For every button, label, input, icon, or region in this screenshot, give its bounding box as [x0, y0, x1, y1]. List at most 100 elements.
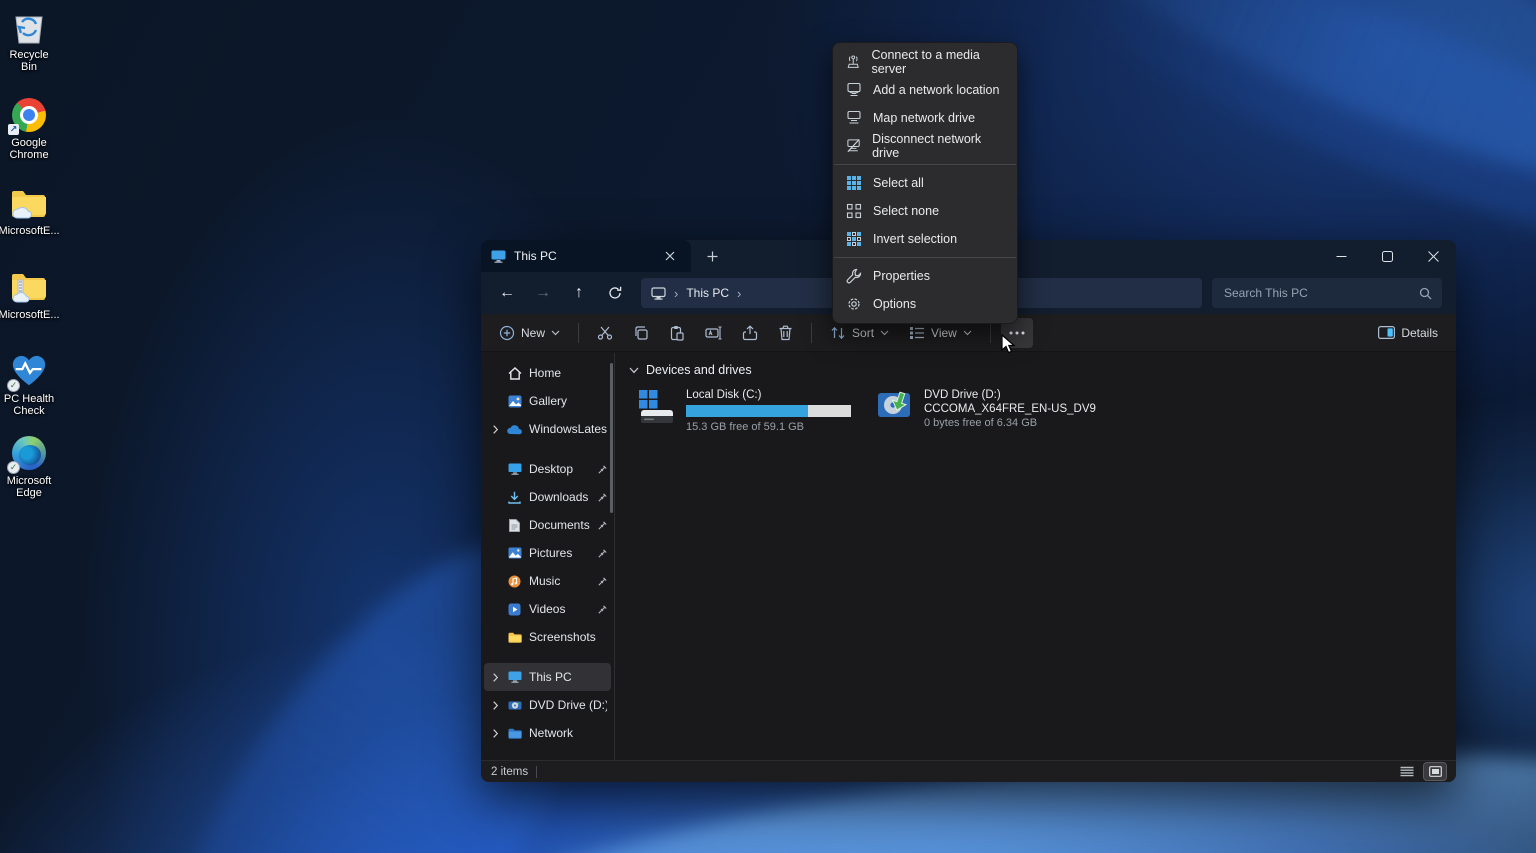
details-view-toggle[interactable] [1396, 763, 1418, 780]
chevron-right-icon[interactable] [490, 424, 500, 434]
sort-button-label: Sort [852, 325, 875, 340]
rename-button[interactable] [697, 318, 730, 348]
drive-local-disk-c[interactable]: Local Disk (C:) 15.3 GB free of 59.1 GB [637, 389, 851, 433]
desktop-icon-recycle-bin[interactable]: Recycle Bin [0, 8, 58, 73]
sidebar-item-screenshots[interactable]: Screenshots [484, 623, 611, 651]
sidebar-item-desktop[interactable]: Desktop [484, 455, 611, 483]
paste-icon [670, 325, 684, 341]
list-view-icon [1400, 766, 1414, 777]
menu-item-select-all[interactable]: Select all [833, 169, 1017, 197]
sidebar-item-label: DVD Drive (D:) C [529, 698, 607, 712]
sidebar-item-label: Desktop [529, 462, 574, 476]
search-icon [1419, 287, 1432, 299]
dvd-drive-icon [878, 391, 910, 417]
group-header-devices-and-drives[interactable]: Devices and drives [629, 363, 1442, 377]
sidebar-item-downloads[interactable]: Downloads [484, 483, 611, 511]
check-badge-icon: ✓ [7, 461, 20, 474]
toolbar-separator [989, 322, 991, 343]
menu-item-connect-media-server[interactable]: Connect to a media server [833, 48, 1017, 76]
desktop-icon-pc-health-check[interactable]: ✓ PC Health Check [0, 352, 58, 417]
sidebar-item-dvd-drive[interactable]: DVD Drive (D:) C [484, 691, 611, 719]
pin-icon [598, 576, 607, 586]
desktop-icon-microsoft-edge[interactable]: ✓ Microsoft Edge [0, 434, 58, 499]
forward-button[interactable]: → [527, 278, 559, 308]
maximize-button[interactable] [1364, 240, 1410, 272]
search-box[interactable] [1212, 278, 1442, 308]
chevron-right-icon[interactable] [490, 728, 500, 738]
desktop-icon-microsoft-zip-folder[interactable]: MicrosoftE... [0, 268, 60, 321]
details-button-label: Details [1401, 325, 1438, 340]
menu-item-label: Properties [873, 269, 930, 283]
sidebar-item-home[interactable]: Home [484, 359, 611, 387]
share-button[interactable] [734, 318, 766, 348]
sidebar-item-network[interactable]: Network [484, 719, 611, 747]
menu-item-label: Select all [873, 176, 924, 190]
search-input[interactable] [1222, 285, 1419, 301]
drive-name: Local Disk (C:) [686, 389, 762, 401]
new-tab-button[interactable] [701, 245, 723, 267]
minimize-button[interactable] [1318, 240, 1364, 272]
menu-item-options[interactable]: Options [833, 290, 1017, 318]
view-icon [910, 326, 925, 339]
chevron-right-icon[interactable] [490, 700, 500, 710]
view-button-label: View [931, 325, 957, 340]
chevron-down-icon [880, 330, 889, 335]
sidebar-item-this-pc[interactable]: This PC [484, 663, 611, 691]
delete-button[interactable] [770, 318, 801, 348]
content-area: Devices and drives Local Disk (C:) 15.3 … [615, 353, 1456, 760]
recycle-bin-icon [10, 8, 48, 46]
pictures-icon [506, 547, 523, 559]
sidebar-item-documents[interactable]: Documents [484, 511, 611, 539]
items-count: 2 items [491, 765, 529, 778]
onedrive-folder-icon [10, 184, 48, 222]
tab-close-icon[interactable] [659, 245, 681, 267]
menu-item-label: Select none [873, 204, 940, 218]
documents-icon [506, 518, 523, 532]
menu-item-label: Add a network location [873, 83, 1000, 97]
more-ellipsis-icon [1009, 331, 1025, 334]
chevron-down-icon [551, 330, 560, 335]
gallery-icon [506, 395, 523, 408]
cut-button[interactable] [589, 318, 621, 348]
chevron-down-icon [963, 330, 972, 335]
monitor-icon [491, 250, 506, 263]
home-icon [506, 366, 523, 380]
breadcrumb-item-this-pc[interactable]: This PC [686, 286, 729, 300]
large-icons-view-toggle[interactable] [1423, 762, 1447, 781]
chevron-right-icon[interactable] [490, 672, 500, 682]
rename-icon [705, 325, 722, 340]
details-pane-button[interactable]: Details [1370, 318, 1446, 348]
menu-item-map-network-drive[interactable]: Map network drive [833, 104, 1017, 132]
menu-item-invert-selection[interactable]: Invert selection [833, 225, 1017, 253]
sidebar-item-videos[interactable]: Videos [484, 595, 611, 623]
menu-item-properties[interactable]: Properties [833, 262, 1017, 290]
sidebar-item-windowslatest[interactable]: WindowsLatest [484, 415, 611, 443]
up-button[interactable]: ↑ [563, 278, 595, 308]
sidebar-item-music[interactable]: Music [484, 567, 611, 595]
back-button[interactable]: ← [491, 278, 523, 308]
details-pane-icon [1378, 326, 1396, 339]
media-server-icon [847, 55, 859, 68]
copy-button[interactable] [625, 318, 657, 348]
menu-item-add-network-location[interactable]: Add a network location [833, 76, 1017, 104]
select-all-icon [847, 176, 861, 190]
shortcut-arrow-icon: ↗ [8, 124, 19, 135]
paste-button[interactable] [661, 318, 693, 348]
sidebar-item-label: Gallery [529, 394, 568, 408]
desktop-icon-chrome[interactable]: ↗ Google Chrome [0, 96, 58, 161]
desktop-icon-microsoft-folder[interactable]: MicrosoftE... [0, 184, 60, 237]
sidebar-scrollbar[interactable] [610, 363, 613, 513]
close-button[interactable] [1410, 240, 1456, 272]
drive-dvd-d[interactable]: DVD Drive (D:) CCCOMA_X64FRE_EN-US_DV9 0… [877, 389, 1096, 433]
menu-item-select-none[interactable]: Select none [833, 197, 1017, 225]
properties-wrench-icon [846, 268, 862, 284]
sidebar-item-pictures[interactable]: Pictures [484, 539, 611, 567]
refresh-button[interactable] [599, 278, 631, 308]
tab-this-pc[interactable]: This PC [481, 240, 691, 272]
sidebar-item-label: Music [529, 574, 561, 588]
pin-icon [598, 604, 607, 614]
menu-item-disconnect-network-drive[interactable]: Disconnect network drive [833, 132, 1017, 160]
new-button[interactable]: New [491, 318, 568, 348]
sidebar-item-gallery[interactable]: Gallery [484, 387, 611, 415]
sidebar-item-label: Network [529, 726, 574, 740]
